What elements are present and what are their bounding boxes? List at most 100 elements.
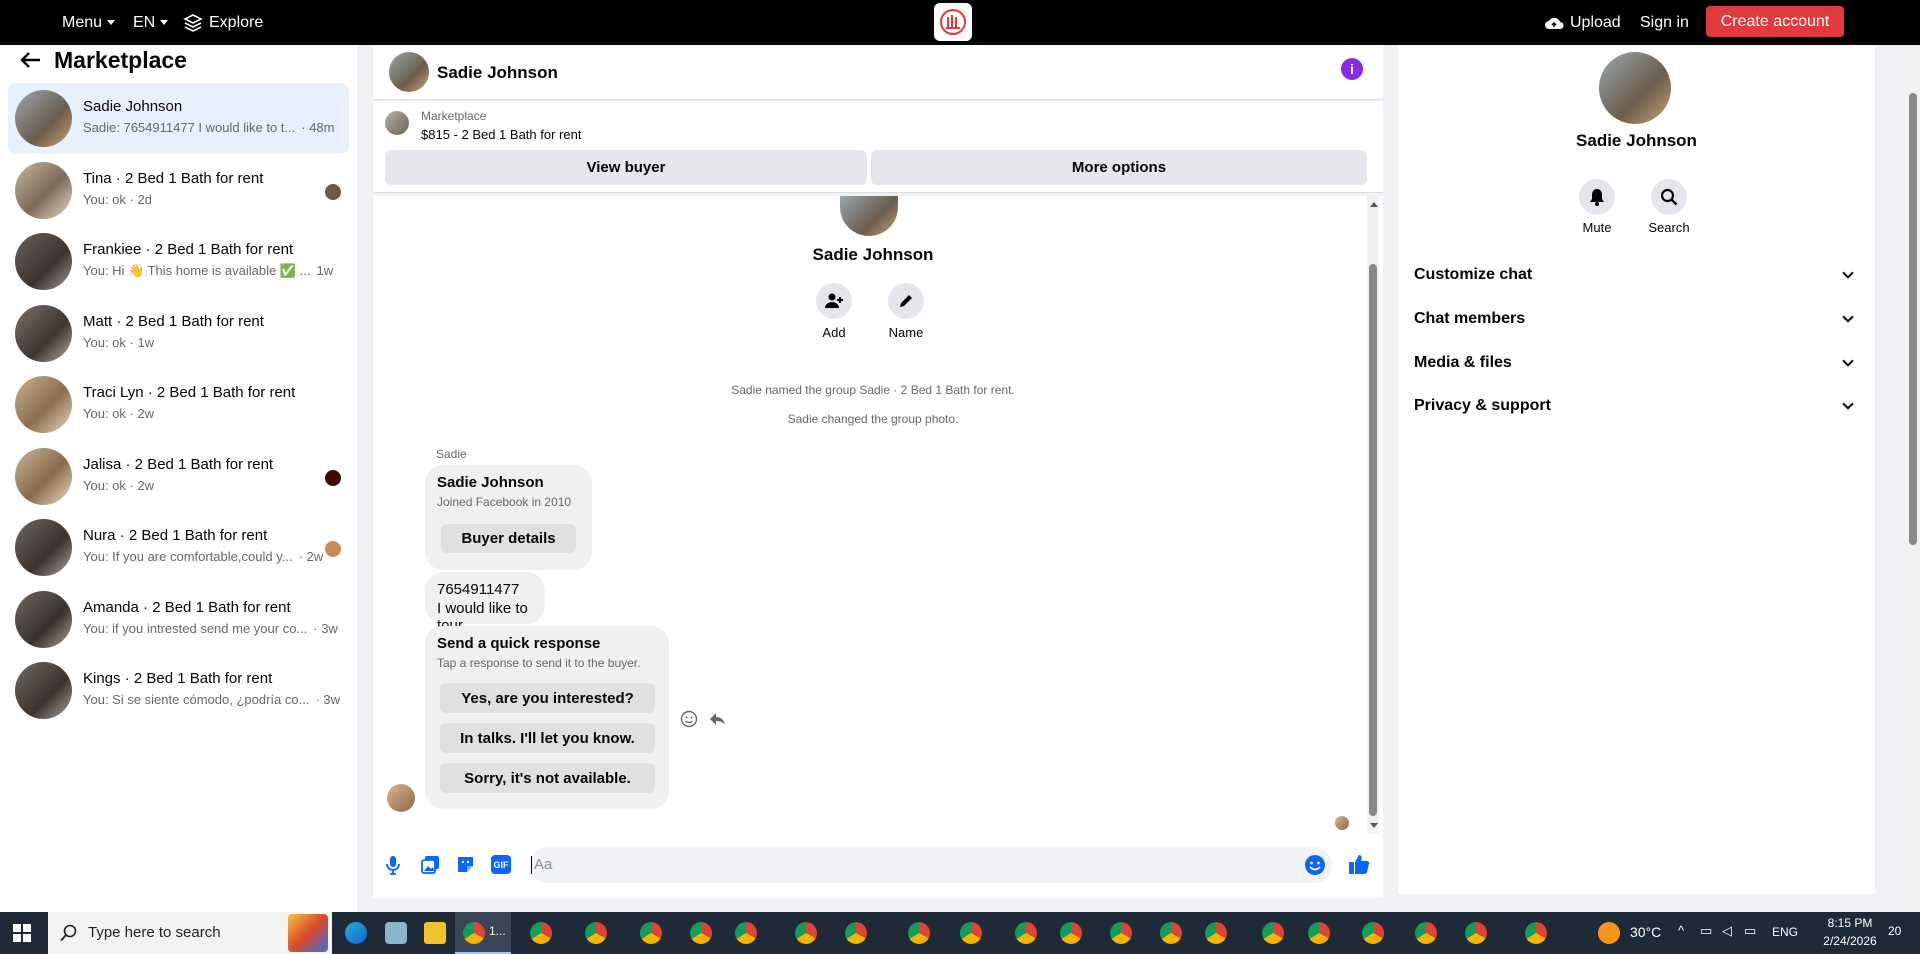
marketplace-header: Marketplace: [20, 45, 187, 75]
chevron-down-icon: [1842, 398, 1854, 410]
photo-icon[interactable]: [421, 855, 440, 874]
chrome-icon[interactable]: [1465, 922, 1487, 944]
network-icon[interactable]: ▭: [1744, 923, 1756, 939]
edge-icon[interactable]: [345, 922, 367, 944]
volume-icon[interactable]: ◁: [1722, 923, 1732, 939]
chrome-icon[interactable]: [845, 922, 867, 944]
rename-button[interactable]: [888, 283, 924, 319]
message-input-placeholder: Aa: [534, 856, 553, 873]
chrome-icon[interactable]: [530, 922, 552, 944]
conversation-item[interactable]: Sadie Johnson Sadie: 7654911477 I would l…: [8, 83, 349, 154]
microphone-icon[interactable]: [386, 855, 400, 875]
file-explorer-icon[interactable]: [424, 922, 446, 944]
conversation-item[interactable]: Frankiee · 2 Bed 1 Bath for rent You: Hi …: [8, 226, 349, 297]
view-buyer-button[interactable]: View buyer: [385, 150, 867, 185]
chrome-icon[interactable]: [1415, 922, 1437, 944]
windows-start-icon[interactable]: [13, 924, 31, 942]
tray-meet-icon[interactable]: ▭: [1700, 923, 1712, 939]
chat-header-avatar[interactable]: [389, 52, 429, 92]
conversation-item[interactable]: Jalisa · 2 Bed 1 Bath for rent You: ok · …: [8, 441, 349, 512]
info-icon[interactable]: i: [1341, 58, 1363, 80]
upload-button[interactable]: Upload: [1544, 0, 1621, 45]
chat-header-name[interactable]: Sadie Johnson: [437, 45, 558, 100]
mute-button[interactable]: [1579, 179, 1615, 215]
sticker-icon[interactable]: [456, 855, 475, 874]
conversation-title: Jalisa · 2 Bed 1 Bath for rent: [83, 455, 274, 473]
conversation-item[interactable]: Tina · 2 Bed 1 Bath for rent You: ok · 2d: [8, 155, 349, 226]
site-logo[interactable]: [934, 3, 972, 41]
chrome-icon[interactable]: [1160, 922, 1182, 944]
media-files-section[interactable]: Media & files: [1414, 348, 1860, 378]
preview-text: You: ok · 2w: [83, 477, 155, 493]
conversation-item[interactable]: Traci Lyn · 2 Bed 1 Bath for rent You: ok…: [8, 369, 349, 440]
conversation-preview: You: ok · 2w: [83, 478, 160, 493]
chrome-icon[interactable]: [1060, 922, 1082, 944]
reply-icon[interactable]: [708, 710, 726, 728]
conversation-item[interactable]: Matt · 2 Bed 1 Bath for rent You: ok · 1w: [8, 298, 349, 369]
chrome-icon[interactable]: [1262, 922, 1284, 944]
clock-time[interactable]: 8:15 PM: [1810, 916, 1890, 930]
page-scroll-thumb[interactable]: [1909, 93, 1917, 545]
chrome-icon[interactable]: [960, 922, 982, 944]
more-options-button[interactable]: More options: [871, 150, 1367, 185]
weather-icon[interactable]: [1598, 922, 1620, 944]
chat-members-section[interactable]: Chat members: [1414, 304, 1860, 334]
menu-button[interactable]: Menu: [62, 0, 116, 45]
details-avatar: [1599, 52, 1671, 124]
emoji-icon[interactable]: [1304, 854, 1326, 876]
taskbar-search-box[interactable]: Type here to search: [48, 912, 332, 954]
scroll-thumb[interactable]: [1369, 264, 1377, 816]
conversation-thumbnail: [15, 161, 72, 219]
tray-chevron-up-icon[interactable]: ^: [1678, 923, 1684, 938]
chat-scrollbar[interactable]: [1367, 196, 1379, 834]
page-scrollbar[interactable]: [1906, 45, 1920, 912]
explore-link[interactable]: Explore: [183, 0, 263, 45]
chrome-icon[interactable]: [1308, 922, 1330, 944]
language-selector[interactable]: EN: [133, 0, 169, 45]
chrome-icon[interactable]: [795, 922, 817, 944]
buyer-details-button[interactable]: Buyer details: [441, 524, 576, 553]
message-bubble: 7654911477 I would like to tour: [425, 572, 545, 634]
conversation-preview: You: ok · 1w: [83, 335, 160, 350]
chrome-icon[interactable]: [1362, 922, 1384, 944]
top-navigation-bar: Menu EN Explore Upload Sign in Create ac…: [0, 0, 1920, 45]
conversation-title: Sadie Johnson: [83, 98, 183, 115]
create-account-button[interactable]: Create account: [1706, 6, 1844, 37]
sign-in-link[interactable]: Sign in: [1640, 0, 1689, 45]
chrome-icon[interactable]: [1110, 922, 1132, 944]
listing-title[interactable]: $815 - 2 Bed 1 Bath for rent: [421, 127, 581, 142]
back-arrow-icon[interactable]: [20, 51, 42, 69]
privacy-support-section[interactable]: Privacy & support: [1414, 391, 1860, 421]
message-thread: Sadie Johnson Add Name Sadie named the g…: [373, 196, 1383, 834]
scroll-down-arrow-icon[interactable]: [1370, 823, 1378, 828]
notification-badge[interactable]: 20: [1888, 924, 1901, 938]
react-emoji-icon[interactable]: [680, 710, 698, 728]
add-people-button[interactable]: [816, 283, 852, 319]
scroll-up-arrow-icon[interactable]: [1370, 202, 1378, 207]
gif-icon[interactable]: GIF: [491, 855, 511, 874]
chrome-icon[interactable]: [908, 922, 930, 944]
quick-response-option[interactable]: In talks. I'll let you know.: [440, 723, 655, 753]
preview-time: · 48m: [301, 120, 335, 135]
search-in-chat-button[interactable]: [1651, 179, 1687, 215]
quick-response-option[interactable]: Sorry, it's not available.: [440, 763, 655, 793]
chrome-icon[interactable]: [690, 922, 712, 944]
customize-chat-section[interactable]: Customize chat: [1414, 260, 1860, 290]
chrome-icon[interactable]: [585, 922, 607, 944]
chrome-icon[interactable]: [735, 922, 757, 944]
chrome-icon[interactable]: [1015, 922, 1037, 944]
chrome-icon[interactable]: [1205, 922, 1227, 944]
preview-text: You: ok · 2d: [83, 191, 152, 207]
conversation-item[interactable]: Kings · 2 Bed 1 Bath for rent You: Si se …: [8, 655, 349, 726]
chrome-icon[interactable]: [1525, 922, 1547, 944]
conversation-item[interactable]: Nura · 2 Bed 1 Bath for rent You: If you …: [8, 512, 349, 583]
chrome-icon[interactable]: [640, 922, 662, 944]
thumbs-up-icon[interactable]: [1348, 853, 1370, 875]
active-chrome-taskbar-button[interactable]: 1...: [455, 912, 511, 954]
clock-date[interactable]: 2/24/2026: [1810, 934, 1890, 948]
message-input[interactable]: Aa: [530, 847, 1332, 883]
quick-response-option[interactable]: Yes, are you interested?: [440, 683, 655, 713]
conversation-item[interactable]: Amanda · 2 Bed 1 Bath for rent You: if yo…: [8, 584, 349, 655]
app-icon[interactable]: [385, 922, 407, 944]
input-language[interactable]: ENG: [1772, 925, 1798, 939]
